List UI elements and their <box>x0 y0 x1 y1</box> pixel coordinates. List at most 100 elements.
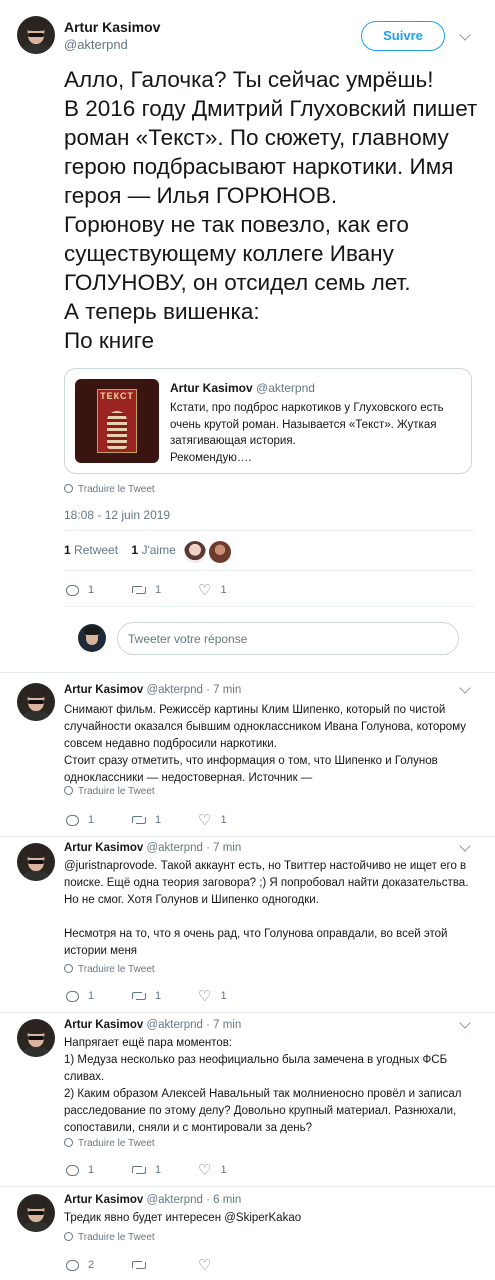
retweets-count[interactable]: 1 <box>64 543 71 557</box>
retweet-button[interactable]: 1 <box>132 581 161 599</box>
heart-icon: ♡ <box>198 1256 212 1274</box>
follow-button[interactable]: Suivre <box>361 21 445 51</box>
like-count: 1 <box>220 1164 227 1176</box>
reply-button[interactable]: 1 <box>66 987 94 1005</box>
tweet-text: Алло, Галочка? Ты сейчас умрёшь! В 2016 … <box>64 67 478 353</box>
like-button[interactable]: ♡ 1 <box>198 581 227 599</box>
reply-button[interactable]: 1 <box>66 811 94 829</box>
tweet-header: Artur Kasimov @akterpnd · 6 min <box>64 1194 241 1206</box>
retweet-button[interactable]: 1 <box>132 811 161 829</box>
book-cover-image: ТЕКСТ <box>75 379 159 463</box>
retweet-icon <box>132 1260 146 1270</box>
separator-dot: · <box>206 1194 210 1206</box>
heart-icon: ♡ <box>198 581 212 599</box>
tweet-text: Тредик явно будет интересен @SkiperKakao <box>64 1212 302 1224</box>
author-name[interactable]: Artur Kasimov <box>64 842 143 854</box>
translate-link[interactable]: Traduire le Tweet <box>64 964 155 975</box>
tweet-header: Artur Kasimov @akterpnd · 7 min <box>64 684 241 696</box>
tweet-time[interactable]: 7 min <box>213 684 241 696</box>
retweet-button[interactable]: 1 <box>132 987 161 1005</box>
globe-icon <box>64 964 73 973</box>
author-name[interactable]: Artur Kasimov <box>64 1019 143 1031</box>
translate-link[interactable]: Traduire le Tweet <box>64 1138 155 1149</box>
reply-button[interactable]: 1 <box>66 581 94 599</box>
quoted-tweet[interactable]: ТЕКСТ Artur Kasimov @akterpnd Кстати, пр… <box>64 368 472 474</box>
tweet-actions: 1 1 ♡ 1 <box>66 1161 366 1179</box>
author-name[interactable]: Artur Kasimov <box>64 19 160 35</box>
author-avatar[interactable] <box>17 1019 55 1057</box>
reply-count: 2 <box>88 1259 95 1271</box>
like-button[interactable]: ♡ 1 <box>198 1161 227 1179</box>
author-handle[interactable]: @akterpnd <box>146 842 202 854</box>
reply-count: 1 <box>88 990 95 1002</box>
quoted-author-name: Artur Kasimov <box>170 381 253 395</box>
user-avatar <box>78 624 106 652</box>
translate-link[interactable]: Traduire le Tweet <box>64 484 155 495</box>
tweet-time[interactable]: 7 min <box>213 1019 241 1031</box>
tweet-header: Artur Kasimov @akterpnd · 7 min <box>64 1019 241 1031</box>
reply-icon <box>66 584 79 596</box>
tweet-text: Снимают фильм. Режиссёр картины Клим Шип… <box>64 704 466 784</box>
chevron-down-icon[interactable] <box>459 840 471 852</box>
divider <box>0 672 495 673</box>
reply-button[interactable]: 2 <box>66 1256 94 1274</box>
retweet-count: 1 <box>155 990 162 1002</box>
separator-dot: · <box>206 1019 210 1031</box>
likes-label[interactable]: J'aime <box>141 543 175 557</box>
tweet-actions: 1 1 ♡ 1 <box>66 581 366 599</box>
author-avatar[interactable] <box>17 16 55 54</box>
translate-label: Traduire le Tweet <box>78 964 155 975</box>
author-name[interactable]: Artur Kasimov <box>64 1194 143 1206</box>
divider <box>0 1186 495 1187</box>
like-count: 1 <box>220 814 227 826</box>
likes-count[interactable]: 1 <box>131 543 138 557</box>
retweets-label[interactable]: Retweet <box>74 543 118 557</box>
author-avatar[interactable] <box>17 1194 55 1232</box>
chevron-down-icon[interactable] <box>459 29 471 41</box>
like-button[interactable]: ♡ 1 <box>198 987 227 1005</box>
like-button[interactable]: ♡ 1 <box>198 811 227 829</box>
liker-avatar[interactable] <box>184 541 206 563</box>
author-handle[interactable]: @akterpnd <box>64 37 128 52</box>
chevron-down-icon[interactable] <box>459 682 471 694</box>
tweet-actions: 1 1 ♡ 1 <box>66 987 366 1005</box>
tweet-datetime[interactable]: 18:08 - 12 juin 2019 <box>64 508 170 522</box>
tweet-time[interactable]: 7 min <box>213 842 241 854</box>
reply-button[interactable]: 1 <box>66 1161 94 1179</box>
chevron-down-icon[interactable] <box>459 1017 471 1029</box>
reply-icon <box>66 1259 79 1271</box>
like-count: 1 <box>220 990 227 1002</box>
tweet-time[interactable]: 6 min <box>213 1194 241 1206</box>
retweet-icon <box>132 991 146 1001</box>
globe-icon <box>64 1138 73 1147</box>
tweet-actions: 2 ♡ <box>66 1256 366 1274</box>
author-avatar[interactable] <box>17 843 55 881</box>
reply-count: 1 <box>88 1164 95 1176</box>
divider <box>64 530 474 531</box>
author-handle[interactable]: @akterpnd <box>146 1194 202 1206</box>
retweet-count: 1 <box>155 1164 162 1176</box>
author-handle[interactable]: @akterpnd <box>146 1019 202 1031</box>
quoted-author: Artur Kasimov @akterpnd <box>170 381 315 395</box>
author-handle[interactable]: @akterpnd <box>146 684 202 696</box>
retweeter-avatar[interactable] <box>209 541 231 563</box>
reply-input[interactable]: Tweeter votre réponse <box>117 622 459 655</box>
globe-icon <box>64 484 73 493</box>
translate-label: Traduire le Tweet <box>78 1232 155 1243</box>
translate-label: Traduire le Tweet <box>78 786 155 797</box>
author-name[interactable]: Artur Kasimov <box>64 684 143 696</box>
translate-link[interactable]: Traduire le Tweet <box>64 1232 155 1243</box>
retweet-button[interactable] <box>132 1256 155 1274</box>
author-avatar[interactable] <box>17 683 55 721</box>
engagement-stats: 1 Retweet 1 J'aime <box>64 543 176 557</box>
divider <box>64 570 474 571</box>
retweet-button[interactable]: 1 <box>132 1161 161 1179</box>
separator-dot: · <box>206 684 210 696</box>
heart-icon: ♡ <box>198 1161 212 1179</box>
like-count: 1 <box>220 584 227 596</box>
translate-link[interactable]: Traduire le Tweet <box>64 786 155 797</box>
like-button[interactable]: ♡ <box>198 1256 220 1274</box>
translate-label: Traduire le Tweet <box>78 484 155 495</box>
divider <box>64 606 474 607</box>
tweet-text: @juristnaprovode. Такой аккаунт есть, но… <box>64 860 469 957</box>
